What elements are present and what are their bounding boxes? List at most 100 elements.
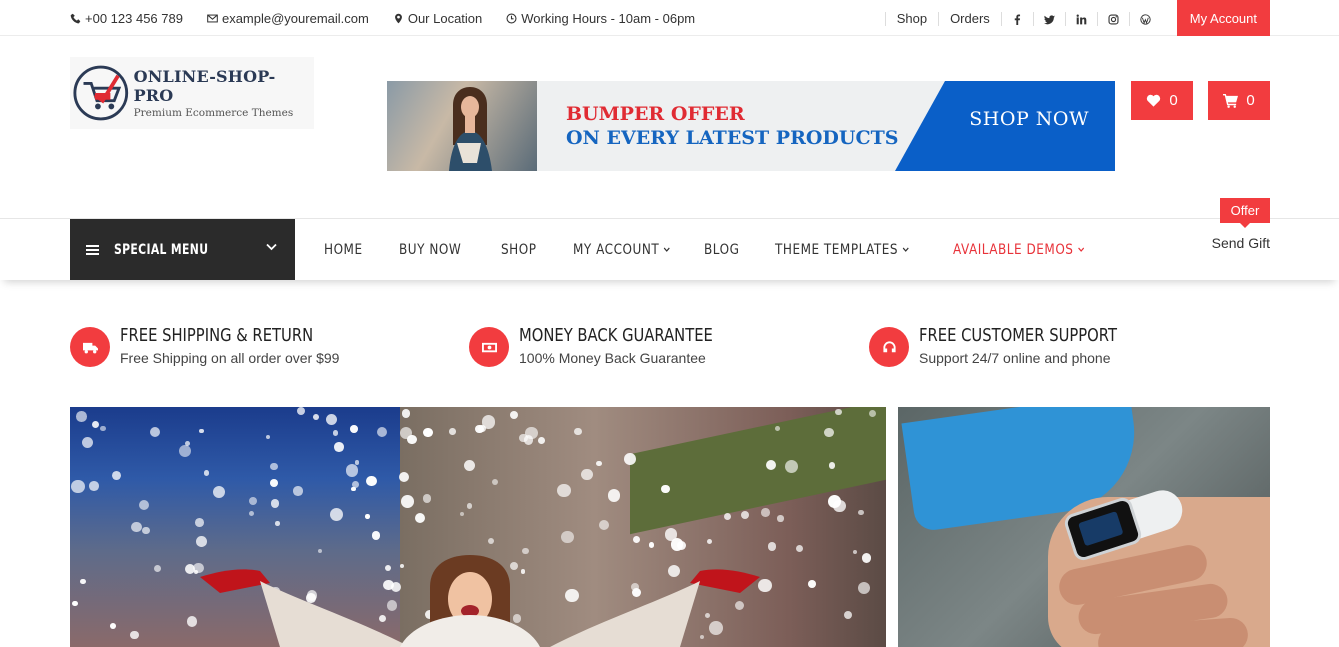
snowflake [179, 444, 192, 457]
phone-text: +00 123 456 789 [85, 10, 183, 26]
contact-info: +00 123 456 789 example@youremail.com Ou… [70, 0, 695, 36]
snowflake [185, 440, 190, 446]
snowflake [92, 420, 100, 429]
snowflake [313, 413, 320, 420]
cart-count: 0 [1246, 92, 1255, 109]
cart-logo-icon [73, 65, 129, 121]
instagram-icon[interactable] [1096, 12, 1129, 26]
snowflake [401, 495, 414, 508]
snowflake [345, 464, 359, 477]
my-account-button[interactable]: My Account [1176, 0, 1270, 36]
nav-home-label: HOME [324, 241, 363, 258]
clock-icon [506, 12, 517, 24]
feature-text: FREE SHIPPING & RETURN Free Shipping on … [120, 325, 356, 366]
chevron-down-icon [266, 243, 277, 251]
snowflake [195, 518, 204, 527]
side-banner-image[interactable] [898, 407, 1270, 647]
chevron-down-icon [902, 247, 909, 252]
snowflake [270, 462, 279, 471]
snowflake [76, 411, 87, 422]
main-navigation: SPECIAL MENU HOME BUY NOW SHOP MY ACCOUN… [0, 218, 1339, 280]
snowflake [248, 496, 257, 505]
nav-available-demos-label: AVAILABLE DEMOS [953, 241, 1074, 258]
snowflake [212, 486, 225, 499]
snowflake [596, 460, 602, 467]
snowflake [72, 600, 79, 607]
snowflake [184, 563, 195, 574]
banner-headline: BUMPER OFFER [566, 103, 745, 125]
wishlist-button[interactable]: 0 [1131, 81, 1193, 120]
snowflake [761, 508, 770, 517]
snowflake [153, 565, 162, 573]
hours-text: Working Hours - 10am - 06pm [521, 10, 696, 26]
snowflake [110, 622, 116, 629]
chevron-down-icon [1078, 247, 1085, 252]
snowflake [203, 470, 210, 476]
nav-blog[interactable]: BLOG [704, 242, 739, 258]
snowflake [249, 510, 255, 516]
snowflake [351, 486, 356, 492]
snowflake [266, 435, 271, 440]
money-icon [481, 342, 497, 352]
nav-available-demos[interactable]: AVAILABLE DEMOS [953, 242, 1085, 258]
snowflake [99, 425, 106, 432]
map-marker-icon [394, 13, 402, 23]
wordpress-icon[interactable] [1128, 12, 1161, 26]
phone-info[interactable]: +00 123 456 789 [70, 11, 183, 26]
wishlist-count: 0 [1169, 92, 1178, 109]
brand-tagline: Premium Ecommerce Themes [133, 107, 294, 119]
truck-icon [82, 342, 98, 353]
snowflake [774, 426, 780, 431]
cart-button[interactable]: 0 [1208, 81, 1270, 120]
snowflake [71, 479, 85, 494]
snowflake [422, 427, 433, 438]
snowflake [80, 578, 86, 584]
email-info[interactable]: example@youremail.com [207, 11, 369, 26]
nav-shop[interactable]: SHOP [501, 242, 537, 258]
nav-theme-templates[interactable]: THEME TEMPLATES [775, 242, 909, 258]
hero-slide-image[interactable] [70, 407, 886, 647]
special-menu-button[interactable]: SPECIAL MENU [70, 219, 295, 280]
heart-icon [1147, 94, 1161, 107]
shop-link[interactable]: Shop [884, 12, 938, 26]
logo-text: ONLINE-SHOP-PRO Premium Ecommerce Themes [134, 67, 314, 119]
orders-link[interactable]: Orders [938, 12, 1001, 26]
snowflake [777, 515, 784, 522]
offer-badge: Offer [1220, 198, 1270, 228]
feature-icon-badge [469, 327, 509, 367]
snowflake [275, 521, 280, 526]
banner-photo [387, 81, 537, 171]
cart-icon [1223, 93, 1239, 108]
twitter-icon[interactable] [1032, 12, 1065, 26]
nav-buy-now[interactable]: BUY NOW [399, 242, 461, 258]
feature-title: FREE SHIPPING & RETURN [120, 325, 314, 346]
snowflake [297, 407, 306, 415]
snowflake [293, 486, 303, 496]
nav-buy-now-label: BUY NOW [398, 241, 462, 258]
nav-my-account[interactable]: MY ACCOUNT [573, 242, 670, 258]
location-info[interactable]: Our Location [393, 11, 482, 26]
send-gift-link[interactable]: Send Gift [1212, 235, 1270, 251]
feature-text: MONEY BACK GUARANTEE 100% Money Back Gua… [519, 325, 755, 366]
linkedin-icon[interactable] [1064, 12, 1097, 26]
woman-in-snow-figure [200, 555, 760, 647]
facebook-icon[interactable] [1000, 12, 1033, 26]
nav-home[interactable]: HOME [324, 242, 363, 258]
site-logo[interactable]: ONLINE-SHOP-PRO Premium Ecommerce Themes [70, 57, 314, 129]
snowflake [81, 436, 93, 448]
snowflake [269, 478, 278, 487]
feature-icon-badge [869, 327, 909, 367]
snowflake [467, 503, 473, 509]
snowflake [723, 512, 731, 520]
nav-blog-label: BLOG [703, 241, 740, 258]
banner-subheadline: ON EVERY LATEST PRODUCTS [566, 127, 899, 149]
snowflake [354, 459, 360, 465]
nav-shop-label: SHOP [501, 241, 537, 258]
promo-banner[interactable]: BUMPER OFFER ON EVERY LATEST PRODUCTS SH… [387, 81, 1115, 171]
snowflake [199, 428, 204, 434]
email-text: example@youremail.com [221, 10, 369, 26]
snowflake [325, 413, 338, 425]
shop-now-button[interactable]: SHOP NOW [969, 108, 1089, 130]
chevron-down-icon [663, 247, 670, 252]
snowflake [332, 430, 338, 436]
